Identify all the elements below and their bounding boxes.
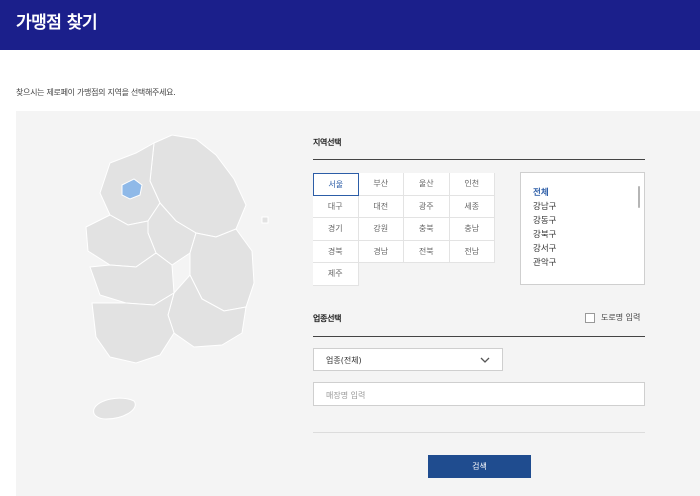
store-name-field[interactable]	[313, 382, 645, 407]
district-all[interactable]: 전체	[533, 186, 556, 200]
region-jeonbuk[interactable]: 전북	[404, 240, 450, 263]
region-gangwon[interactable]: 강원	[358, 218, 404, 241]
district-list: 전체 강남구 강동구 강북구 강서구 관악구	[533, 186, 556, 270]
bottom-divider	[313, 432, 645, 433]
district-listbox[interactable]: 전체 강남구 강동구 강북구 강서구 관악구	[520, 172, 645, 285]
district-gangseo[interactable]: 강서구	[533, 242, 556, 256]
page-header: 가맹점 찾기	[0, 0, 700, 50]
map-region-chungnam	[85, 214, 157, 268]
district-gangnam[interactable]: 강남구	[533, 200, 556, 214]
region-daejeon[interactable]: 대전	[358, 195, 404, 218]
region-busan[interactable]: 부산	[358, 173, 404, 196]
district-gwanak[interactable]: 관악구	[533, 256, 556, 270]
map-region-ulleung	[261, 216, 269, 224]
search-button[interactable]: 검색	[428, 455, 531, 478]
region-gwangju[interactable]: 광주	[404, 195, 450, 218]
region-incheon[interactable]: 인천	[449, 173, 495, 196]
page-title: 가맹점 찾기	[16, 13, 98, 33]
region-grid: 서울 부산 울산 인천 대구 대전 광주 세종 경기 강원 충북 충남 경북 경…	[313, 173, 495, 286]
region-gyeongnam[interactable]: 경남	[358, 240, 404, 263]
category-select-value: 업종(전체)	[326, 356, 362, 365]
business-section-divider	[313, 336, 645, 337]
region-jeju[interactable]: 제주	[313, 263, 359, 286]
region-daegu[interactable]: 대구	[313, 195, 359, 218]
region-chungnam[interactable]: 충남	[449, 218, 495, 241]
category-select[interactable]: 업종(전체)	[313, 348, 503, 371]
district-gangdong[interactable]: 강동구	[533, 214, 556, 228]
region-ulsan[interactable]: 울산	[404, 173, 450, 196]
region-seoul[interactable]: 서울	[313, 173, 359, 196]
region-chungbuk[interactable]: 충북	[404, 218, 450, 241]
district-gangbuk[interactable]: 강북구	[533, 228, 556, 242]
checkbox-box[interactable]	[585, 312, 595, 323]
store-name-input[interactable]	[314, 384, 644, 407]
road-address-label: 도로명 입력	[601, 313, 641, 322]
region-sejong[interactable]: 세종	[449, 195, 495, 218]
region-gyeongbuk[interactable]: 경북	[313, 240, 359, 263]
chevron-down-icon	[480, 357, 490, 363]
business-section-label: 업종선택	[313, 314, 342, 323]
region-gyeonggi[interactable]: 경기	[313, 218, 359, 241]
region-jeonnam[interactable]: 전남	[449, 240, 495, 263]
guide-text: 찾으시는 제로페이 가맹점의 지역을 선택해주세요.	[16, 88, 176, 97]
korea-map[interactable]	[76, 133, 276, 433]
district-scrollbar[interactable]	[638, 186, 640, 208]
region-section-label: 지역선택	[313, 138, 342, 147]
region-section-divider	[313, 159, 645, 160]
map-region-jeonnam	[91, 291, 175, 364]
road-address-checkbox[interactable]: 도로명 입력	[585, 312, 640, 323]
map-region-jeju	[93, 397, 136, 420]
